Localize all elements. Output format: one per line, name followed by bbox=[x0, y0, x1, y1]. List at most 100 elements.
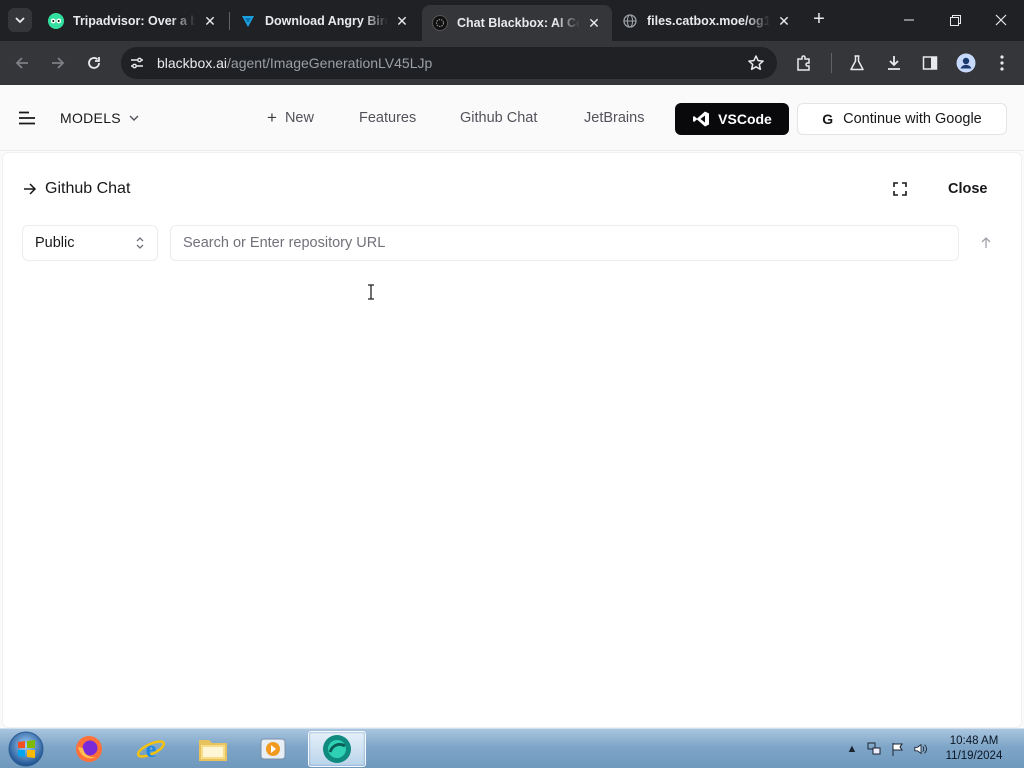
window-close-button[interactable] bbox=[978, 0, 1024, 40]
models-dropdown[interactable]: MODELS bbox=[60, 110, 139, 126]
menu-icon[interactable] bbox=[18, 111, 36, 125]
vscode-button[interactable]: VSCode bbox=[675, 103, 789, 135]
minimize-button[interactable] bbox=[886, 0, 932, 40]
internet-explorer-icon: e bbox=[136, 737, 166, 763]
windows-taskbar: e ▲ 10:48 AM 11/19/2024 bbox=[0, 728, 1024, 768]
tab-search-button[interactable] bbox=[8, 8, 32, 32]
visibility-select[interactable]: Public bbox=[22, 225, 158, 261]
chevron-down-icon bbox=[129, 115, 139, 121]
jetbrains-link[interactable]: JetBrains bbox=[584, 110, 644, 126]
panel-title: Github Chat bbox=[45, 180, 131, 197]
side-panel-button[interactable] bbox=[919, 52, 941, 74]
taskbar-internet-explorer[interactable]: e bbox=[124, 731, 178, 767]
forward-button[interactable] bbox=[45, 50, 71, 76]
bookmark-star-icon[interactable] bbox=[747, 54, 765, 72]
plus-icon: + bbox=[267, 108, 277, 127]
tab-title: Download Angry Birds bbox=[265, 14, 388, 28]
svg-text:e: e bbox=[146, 737, 157, 763]
visibility-value: Public bbox=[35, 235, 75, 251]
new-tab-button[interactable]: + bbox=[808, 9, 830, 31]
submit-button[interactable] bbox=[978, 235, 994, 251]
show-hidden-icons-button[interactable]: ▲ bbox=[845, 742, 859, 756]
site-settings-icon[interactable] bbox=[129, 55, 145, 71]
tab-close-icon[interactable]: ✕ bbox=[202, 13, 218, 29]
site-header: MODELS + New Features Github Chat JetBra… bbox=[0, 85, 1024, 151]
github-chat-panel: Github Chat Close Public bbox=[2, 152, 1022, 728]
repository-search-input[interactable] bbox=[170, 225, 959, 261]
network-icon[interactable] bbox=[867, 742, 881, 756]
clock-time: 10:48 AM bbox=[949, 735, 999, 747]
downloads-button[interactable] bbox=[883, 52, 905, 74]
panel-header: Github Chat bbox=[23, 180, 130, 198]
new-chat-link[interactable]: + New bbox=[267, 108, 314, 127]
firefox-icon bbox=[76, 736, 102, 762]
fullscreen-icon[interactable] bbox=[893, 182, 907, 196]
profile-avatar-icon bbox=[956, 53, 976, 73]
angry-birds-icon bbox=[240, 13, 256, 29]
new-label: New bbox=[284, 110, 314, 126]
google-icon: G bbox=[822, 111, 834, 127]
web-page: MODELS + New Features Github Chat JetBra… bbox=[0, 85, 1024, 728]
browser-app-icon bbox=[323, 735, 351, 763]
address-bar[interactable]: blackbox.ai/agent/ImageGenerationLV45LJp bbox=[121, 47, 777, 79]
toolbar-divider bbox=[831, 53, 832, 73]
text-cursor-icon bbox=[368, 284, 374, 300]
extensions-button[interactable] bbox=[793, 52, 815, 74]
system-clock[interactable]: 10:48 AM 11/19/2024 bbox=[938, 734, 1010, 764]
chevron-up-down-icon bbox=[136, 237, 144, 249]
url-domain: blackbox.ai bbox=[157, 55, 228, 71]
more-vertical-icon bbox=[1000, 55, 1004, 71]
taskbar-media-player[interactable] bbox=[246, 731, 300, 767]
github-chat-link[interactable]: Github Chat bbox=[460, 110, 537, 126]
tab-title: Chat Blackbox: AI Code bbox=[457, 16, 580, 30]
labs-button[interactable] bbox=[846, 52, 868, 74]
browser-tab-angry-birds[interactable]: Download Angry Birds ✕ bbox=[230, 5, 420, 37]
continue-with-google-button[interactable]: G Continue with Google bbox=[797, 103, 1007, 135]
start-button[interactable] bbox=[6, 731, 46, 767]
tab-title: files.catbox.moe/og1c bbox=[647, 14, 770, 28]
profile-button[interactable] bbox=[955, 52, 977, 74]
blackbox-icon bbox=[432, 15, 448, 31]
vscode-label: VSCode bbox=[718, 111, 772, 127]
arrow-right-icon bbox=[52, 57, 65, 69]
action-center-flag-icon[interactable] bbox=[891, 742, 905, 756]
back-button[interactable] bbox=[9, 50, 35, 76]
volume-icon[interactable] bbox=[914, 742, 928, 756]
features-link[interactable]: Features bbox=[359, 110, 416, 126]
tab-close-icon[interactable]: ✕ bbox=[776, 13, 792, 29]
reload-icon bbox=[88, 57, 100, 69]
google-label: Continue with Google bbox=[843, 111, 982, 127]
tab-title: Tripadvisor: Over a bill bbox=[73, 14, 196, 28]
taskbar-firefox[interactable] bbox=[62, 731, 116, 767]
browser-tab-tripadvisor[interactable]: Tripadvisor: Over a bill ✕ bbox=[38, 5, 228, 37]
browser-toolbar: blackbox.ai/agent/ImageGenerationLV45LJp bbox=[0, 41, 1024, 85]
reload-button[interactable] bbox=[81, 50, 107, 76]
taskbar-file-explorer[interactable] bbox=[186, 731, 240, 767]
tab-close-icon[interactable]: ✕ bbox=[586, 15, 602, 31]
tab-close-icon[interactable]: ✕ bbox=[394, 13, 410, 29]
arrow-up-icon bbox=[981, 237, 991, 248]
restore-icon bbox=[949, 14, 961, 26]
browser-menu-button[interactable] bbox=[991, 52, 1013, 74]
minimize-icon bbox=[904, 19, 914, 21]
url-path: /agent/ImageGenerationLV45LJp bbox=[227, 55, 433, 71]
side-panel-icon bbox=[922, 56, 938, 70]
tripadvisor-icon bbox=[48, 13, 64, 29]
browser-tab-strip: Tripadvisor: Over a bill ✕ Download Angr… bbox=[0, 0, 1024, 41]
clock-date: 11/19/2024 bbox=[945, 750, 1003, 762]
url-text: blackbox.ai/agent/ImageGenerationLV45LJp bbox=[157, 55, 432, 71]
close-button[interactable]: Close bbox=[948, 181, 988, 197]
browser-tab-blackbox[interactable]: Chat Blackbox: AI Code ✕ bbox=[422, 5, 612, 41]
close-icon bbox=[995, 14, 1007, 26]
arrow-right-icon bbox=[23, 183, 37, 195]
restore-button[interactable] bbox=[932, 0, 978, 40]
browser-tab-catbox[interactable]: files.catbox.moe/og1c ✕ bbox=[612, 5, 802, 37]
plus-icon: + bbox=[813, 8, 825, 30]
taskbar-chrome-active[interactable] bbox=[308, 731, 366, 767]
puzzle-icon bbox=[797, 55, 810, 71]
globe-icon bbox=[622, 13, 638, 29]
download-icon bbox=[888, 56, 900, 70]
models-label: MODELS bbox=[60, 110, 121, 126]
arrow-left-icon bbox=[15, 57, 28, 69]
vscode-icon bbox=[692, 110, 710, 128]
